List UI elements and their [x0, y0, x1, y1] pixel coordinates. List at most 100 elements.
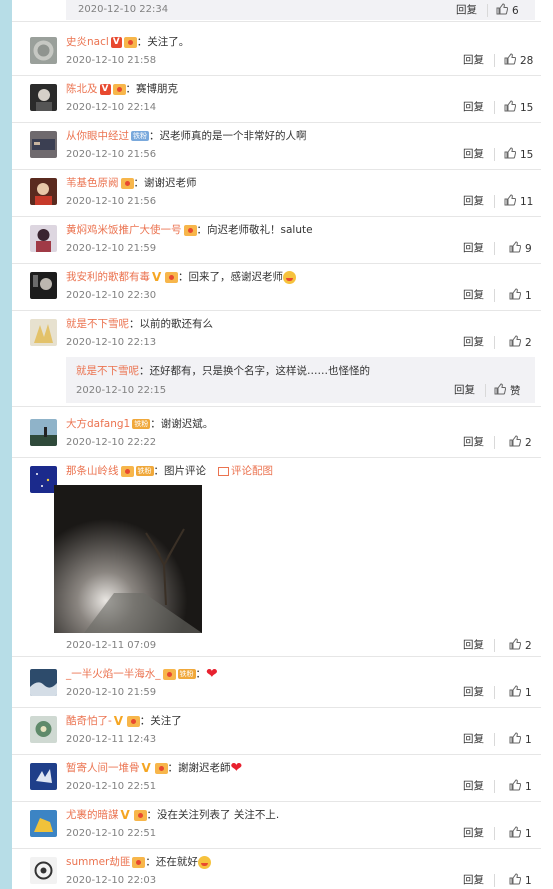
- thumbs-up-icon: [494, 383, 507, 395]
- like-button[interactable]: 11: [504, 194, 533, 209]
- username[interactable]: 陈北及: [66, 83, 98, 95]
- like-button[interactable]: 1: [509, 288, 532, 303]
- like-button[interactable]: 6: [496, 3, 519, 18]
- like-label: 赞: [510, 385, 521, 397]
- username[interactable]: 我安利的歌都有毒: [66, 271, 150, 283]
- like-button[interactable]: 28: [504, 53, 533, 68]
- verified-gold-icon: V: [141, 760, 151, 775]
- username[interactable]: 尤裹的暗謀: [66, 809, 119, 821]
- username[interactable]: 史炎nacl: [66, 36, 109, 48]
- comment-item: 史炎nacl V ：关注了。 2020-12-10 21:58 回复 28: [12, 31, 541, 76]
- avatar[interactable]: [30, 810, 57, 837]
- username[interactable]: summer劫匪: [66, 856, 130, 868]
- divider: [12, 21, 541, 22]
- avatar[interactable]: [30, 669, 57, 696]
- comment-text: ：谢谢迟斌。: [150, 418, 214, 430]
- avatar[interactable]: [30, 857, 57, 884]
- comment-time: 2020-12-10 22:14: [66, 102, 157, 113]
- avatar[interactable]: [30, 225, 57, 252]
- username[interactable]: 黄焖鸡米饭推广大使一号: [66, 224, 182, 236]
- divider: [494, 54, 495, 67]
- like-count: 2: [525, 337, 532, 349]
- thumbs-up-icon: [509, 638, 522, 650]
- username[interactable]: 就是不下雪呢: [66, 318, 129, 330]
- like-button[interactable]: 赞: [494, 383, 521, 398]
- reply-button[interactable]: 回复: [463, 53, 484, 67]
- like-button[interactable]: 15: [504, 147, 533, 162]
- reply-button[interactable]: 回复: [463, 873, 484, 887]
- avatar[interactable]: [30, 131, 57, 158]
- verified-gold-icon: V: [152, 269, 162, 284]
- view-image-link[interactable]: 评论配图: [231, 465, 273, 477]
- comment-item: 苇基色原阙 ：谢谢迟老师 2020-12-10 21:56 回复 11: [12, 172, 541, 217]
- reply-button[interactable]: 回复: [463, 241, 484, 255]
- username[interactable]: 大方dafang1: [66, 418, 130, 430]
- like-button[interactable]: 1: [509, 732, 532, 747]
- comment-time: 2020-12-11 12:43: [66, 734, 157, 745]
- like-count: 1: [525, 734, 532, 746]
- comment-item: 陈北及 V ：赛博朋克 2020-12-10 22:14 回复 15: [12, 78, 541, 123]
- reply-button[interactable]: 回复: [463, 335, 484, 349]
- divider: [494, 639, 495, 652]
- avatar[interactable]: [30, 763, 57, 790]
- reply-button[interactable]: 回复: [463, 288, 484, 302]
- reply-button[interactable]: 回复: [463, 685, 484, 699]
- reply-button[interactable]: 回复: [463, 435, 484, 449]
- avatar[interactable]: [30, 319, 57, 346]
- like-button[interactable]: 1: [509, 779, 532, 794]
- like-count: 1: [525, 828, 532, 840]
- reply-button[interactable]: 回复: [463, 826, 484, 840]
- like-button[interactable]: 2: [509, 435, 532, 450]
- like-count: 11: [520, 196, 534, 208]
- like-button[interactable]: 2: [509, 638, 532, 653]
- divider: [485, 384, 486, 397]
- username[interactable]: 苇基色原阙: [66, 177, 119, 189]
- avatar[interactable]: [30, 37, 57, 64]
- like-button[interactable]: 15: [504, 100, 533, 115]
- reply-button[interactable]: 回复: [463, 779, 484, 793]
- username[interactable]: 从你眼中经过: [66, 130, 129, 142]
- comment-item: 暂寄人间一堆骨 V ：謝謝迟老師❤ 2020-12-10 22:51 回复 1: [12, 757, 541, 802]
- reply-button[interactable]: 回复: [454, 383, 475, 397]
- username[interactable]: 酷奇怕了-: [66, 715, 112, 727]
- image-icon: [218, 466, 229, 476]
- avatar[interactable]: [30, 84, 57, 111]
- like-button[interactable]: 1: [509, 873, 532, 888]
- reply-button[interactable]: 回复: [463, 638, 484, 652]
- comment-text: ：关注了。: [136, 36, 190, 48]
- comment-text: ：没在关注列表了 关注不上.: [146, 809, 280, 821]
- divider: [494, 289, 495, 302]
- like-button[interactable]: 2: [509, 335, 532, 350]
- reply-button[interactable]: 回复: [463, 732, 484, 746]
- thumbs-up-icon: [504, 194, 517, 206]
- reply-button[interactable]: 回复: [463, 194, 484, 208]
- thumbs-up-icon: [496, 3, 509, 15]
- like-count: 15: [520, 102, 534, 114]
- username[interactable]: 那条山岭线: [66, 465, 119, 477]
- avatar[interactable]: [30, 178, 57, 205]
- divider: [494, 336, 495, 349]
- heart-badge-icon: [183, 224, 197, 236]
- like-count: 15: [520, 149, 534, 161]
- reply-button[interactable]: 回复: [463, 100, 484, 114]
- like-button[interactable]: 9: [509, 241, 532, 256]
- avatar[interactable]: [30, 466, 57, 493]
- like-button[interactable]: 1: [509, 826, 532, 841]
- like-count: 6: [512, 5, 519, 17]
- avatar[interactable]: [30, 272, 57, 299]
- comment-photo[interactable]: [54, 485, 202, 633]
- thumbs-up-icon: [509, 873, 522, 885]
- reply-button[interactable]: 回复: [456, 3, 477, 17]
- avatar[interactable]: [30, 716, 57, 743]
- avatar[interactable]: [30, 419, 57, 446]
- like-count: 9: [525, 243, 532, 255]
- like-count: 1: [525, 687, 532, 699]
- username[interactable]: 暂寄人间一堆骨: [66, 762, 140, 774]
- username[interactable]: 就是不下雪呢: [76, 365, 139, 377]
- heart-badge-icon: [123, 36, 137, 48]
- username[interactable]: _一半火焰一半海水_: [66, 668, 161, 680]
- reply-button[interactable]: 回复: [463, 147, 484, 161]
- like-button[interactable]: 1: [509, 685, 532, 700]
- comment-time: 2020-12-10 22:30: [66, 290, 157, 301]
- heart-emoji-icon: ❤: [206, 666, 218, 682]
